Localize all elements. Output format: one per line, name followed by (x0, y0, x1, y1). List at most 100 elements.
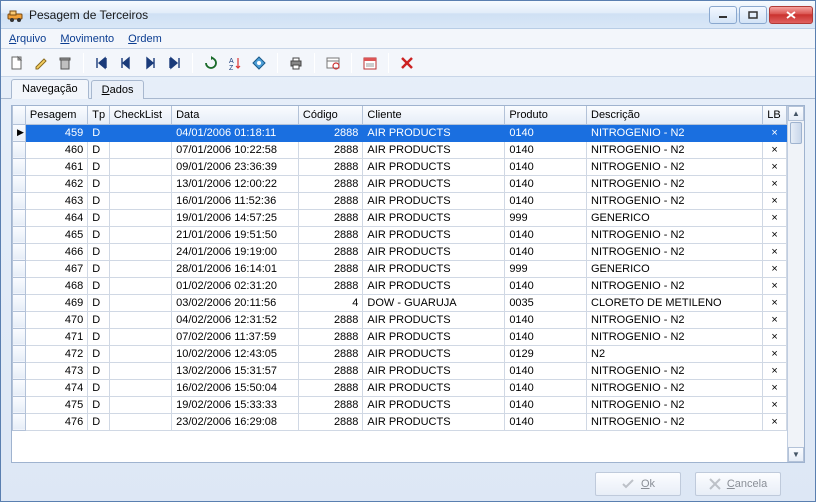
next-icon[interactable] (140, 53, 160, 73)
table-row[interactable]: 475D19/02/2006 15:33:332888AIR PRODUCTS0… (13, 396, 787, 413)
cell-lb: × (763, 379, 787, 396)
maximize-button[interactable] (739, 6, 767, 24)
minimize-button[interactable] (709, 6, 737, 24)
print-icon[interactable] (286, 53, 306, 73)
separator (192, 53, 193, 73)
cell-descricao: NITROGENIO - N2 (587, 362, 763, 379)
refresh-icon[interactable] (201, 53, 221, 73)
calendar-icon[interactable] (360, 53, 380, 73)
close-button[interactable] (769, 6, 813, 24)
cell-lb: × (763, 277, 787, 294)
row-indicator (13, 345, 26, 362)
delete-icon[interactable] (55, 53, 75, 73)
cell-cliente: DOW - GUARUJA (363, 294, 505, 311)
col-cliente[interactable]: Cliente (363, 106, 505, 124)
menu-ordem[interactable]: Ordem (128, 33, 162, 45)
tab-navegacao[interactable]: Navegação (11, 79, 89, 99)
col-codigo[interactable]: Código (298, 106, 363, 124)
table-row[interactable]: 472D10/02/2006 12:43:052888AIR PRODUCTS0… (13, 345, 787, 362)
table-row[interactable]: 462D13/01/2006 12:00:222888AIR PRODUCTS0… (13, 175, 787, 192)
sort-icon[interactable]: AZ (225, 53, 245, 73)
cell-data: 16/01/2006 11:52:36 (172, 192, 299, 209)
table-row[interactable]: 469D03/02/2006 20:11:564DOW - GUARUJA003… (13, 294, 787, 311)
search-icon[interactable] (249, 53, 269, 73)
cell-tp: D (88, 260, 110, 277)
cell-descricao: NITROGENIO - N2 (587, 158, 763, 175)
cell-cliente: AIR PRODUCTS (363, 243, 505, 260)
scroll-thumb[interactable] (790, 122, 802, 144)
table-row[interactable]: 466D24/01/2006 19:19:002888AIR PRODUCTS0… (13, 243, 787, 260)
cell-cliente: AIR PRODUCTS (363, 124, 505, 141)
cell-lb: × (763, 158, 787, 175)
cell-data: 04/01/2006 01:18:11 (172, 124, 299, 141)
cell-pesagem: 462 (25, 175, 87, 192)
table-row[interactable]: 474D16/02/2006 15:50:042888AIR PRODUCTS0… (13, 379, 787, 396)
ok-button[interactable]: Ok (595, 472, 681, 496)
cell-produto: 0140 (505, 226, 587, 243)
cell-pesagem: 470 (25, 311, 87, 328)
cell-pesagem: 472 (25, 345, 87, 362)
cell-pesagem: 460 (25, 141, 87, 158)
menu-movimento[interactable]: Movimento (60, 33, 114, 45)
cell-data: 19/02/2006 15:33:33 (172, 396, 299, 413)
cell-tp: D (88, 277, 110, 294)
cell-data: 09/01/2006 23:36:39 (172, 158, 299, 175)
menu-arquivo[interactable]: Arquivo (9, 33, 46, 45)
table-row[interactable]: 465D21/01/2006 19:51:502888AIR PRODUCTS0… (13, 226, 787, 243)
separator (351, 53, 352, 73)
cell-data: 21/01/2006 19:51:50 (172, 226, 299, 243)
cell-pesagem: 466 (25, 243, 87, 260)
cell-codigo: 2888 (298, 362, 363, 379)
cell-descricao: NITROGENIO - N2 (587, 192, 763, 209)
table-row[interactable]: 463D16/01/2006 11:52:362888AIR PRODUCTS0… (13, 192, 787, 209)
table-row[interactable]: 473D13/02/2006 15:31:572888AIR PRODUCTS0… (13, 362, 787, 379)
table-row[interactable]: 471D07/02/2006 11:37:592888AIR PRODUCTS0… (13, 328, 787, 345)
cell-tp: D (88, 311, 110, 328)
cancel-button[interactable]: Cancela (695, 472, 781, 496)
col-descricao[interactable]: Descrição (587, 106, 763, 124)
vertical-scrollbar[interactable]: ▲ ▼ (787, 106, 804, 462)
svg-text:Z: Z (229, 65, 234, 71)
cell-data: 01/02/2006 02:31:20 (172, 277, 299, 294)
scroll-down-icon[interactable]: ▼ (788, 447, 804, 462)
cell-descricao: NITROGENIO - N2 (587, 396, 763, 413)
col-pesagem[interactable]: Pesagem (25, 106, 87, 124)
table-row[interactable]: 476D23/02/2006 16:29:082888AIR PRODUCTS0… (13, 413, 787, 430)
cell-codigo: 2888 (298, 192, 363, 209)
cell-codigo: 2888 (298, 413, 363, 430)
col-produto[interactable]: Produto (505, 106, 587, 124)
cell-checklist (109, 260, 171, 277)
col-tp[interactable]: Tp (88, 106, 110, 124)
table-row[interactable]: 464D19/01/2006 14:57:252888AIR PRODUCTS9… (13, 209, 787, 226)
data-grid[interactable]: Pesagem Tp CheckList Data Código Cliente… (12, 106, 787, 462)
table-row[interactable]: ▶459D04/01/2006 01:18:112888AIR PRODUCTS… (13, 124, 787, 141)
cell-data: 23/02/2006 16:29:08 (172, 413, 299, 430)
last-icon[interactable] (164, 53, 184, 73)
table-row[interactable]: 460D07/01/2006 10:22:582888AIR PRODUCTS0… (13, 141, 787, 158)
edit-icon[interactable] (31, 53, 51, 73)
table-row[interactable]: 468D01/02/2006 02:31:202888AIR PRODUCTS0… (13, 277, 787, 294)
tab-dados[interactable]: Dados (91, 80, 145, 99)
cell-descricao: NITROGENIO - N2 (587, 124, 763, 141)
cell-checklist (109, 345, 171, 362)
cell-codigo: 2888 (298, 158, 363, 175)
prev-icon[interactable] (116, 53, 136, 73)
properties-icon[interactable] (323, 53, 343, 73)
header-row: Pesagem Tp CheckList Data Código Cliente… (13, 106, 787, 124)
table-row[interactable]: 461D09/01/2006 23:36:392888AIR PRODUCTS0… (13, 158, 787, 175)
cell-codigo: 2888 (298, 311, 363, 328)
cell-lb: × (763, 192, 787, 209)
col-checklist[interactable]: CheckList (109, 106, 171, 124)
scroll-up-icon[interactable]: ▲ (788, 106, 804, 121)
table-row[interactable]: 467D28/01/2006 16:14:012888AIR PRODUCTS9… (13, 260, 787, 277)
first-icon[interactable] (92, 53, 112, 73)
col-lb[interactable]: LB (763, 106, 787, 124)
table-row[interactable]: 470D04/02/2006 12:31:522888AIR PRODUCTS0… (13, 311, 787, 328)
row-indicator (13, 328, 26, 345)
col-data[interactable]: Data (172, 106, 299, 124)
cell-descricao: CLORETO DE METILENO (587, 294, 763, 311)
cell-codigo: 2888 (298, 209, 363, 226)
cancel-icon[interactable] (397, 53, 417, 73)
new-icon[interactable] (7, 53, 27, 73)
separator (277, 53, 278, 73)
